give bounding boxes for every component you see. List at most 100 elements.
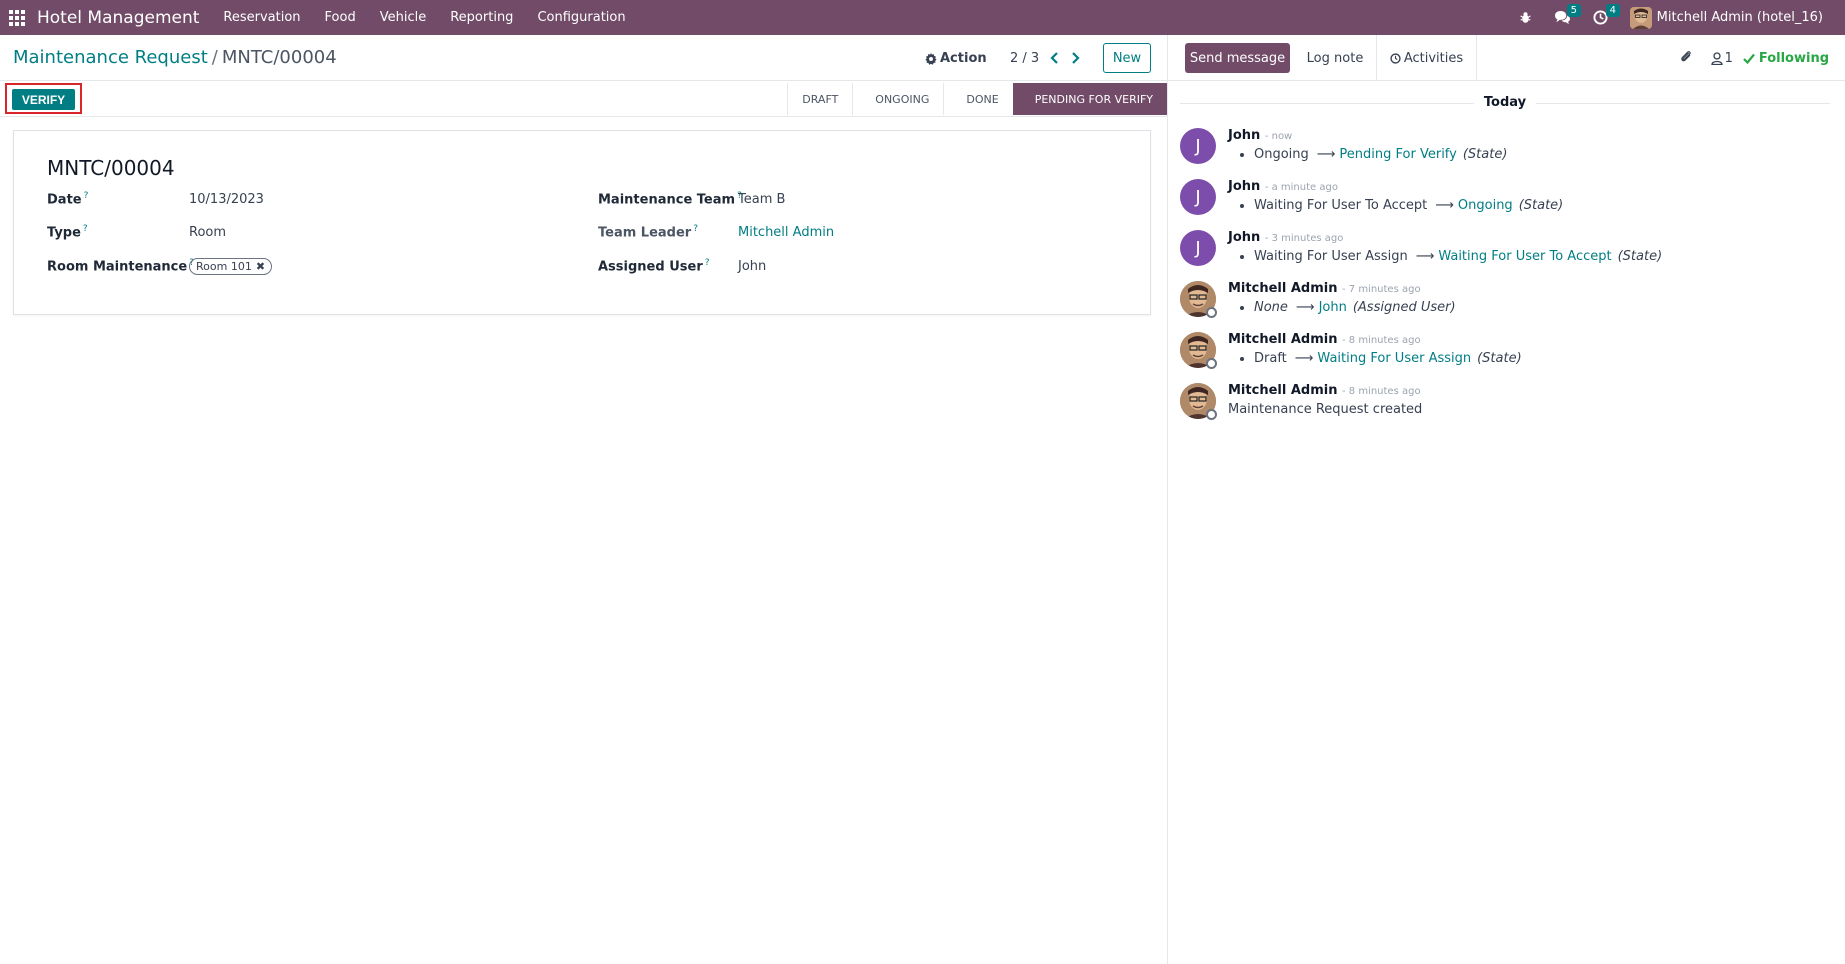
menu-item-reservation[interactable]: Reservation — [211, 0, 312, 35]
avatar[interactable]: J — [1180, 179, 1216, 215]
message-author[interactable]: John — [1228, 128, 1260, 143]
menu-item-configuration[interactable]: Configuration — [525, 0, 637, 35]
action-menu-button[interactable]: Action — [925, 51, 987, 66]
top-navbar: Hotel Management Reservation Food Vehicl… — [0, 0, 1845, 35]
arrow-right-icon: ⟶ — [1316, 147, 1336, 162]
chatter-topbar: Send message Log note Activities 1 Follo… — [1168, 35, 1845, 81]
breadcrumb-separator: / — [211, 47, 218, 68]
chevron-left-icon — [1049, 52, 1058, 64]
message-author[interactable]: John — [1228, 179, 1260, 194]
old-value: Ongoing — [1254, 147, 1309, 162]
team-leader-label: Team Leader? — [598, 224, 698, 241]
im-status-icon — [1206, 409, 1217, 420]
arrow-right-icon: ⟶ — [1435, 198, 1454, 213]
message-time: - now — [1264, 131, 1293, 142]
room-maintenance-label: Room Maintenance? — [47, 258, 194, 275]
form-sheet: MNTC/00004 Date? 10/13/2023 Type? Room R… — [13, 130, 1151, 315]
chat-icon[interactable]: 5 — [1554, 4, 1582, 25]
paperclip-icon[interactable] — [1679, 49, 1693, 68]
message-author[interactable]: Mitchell Admin — [1228, 383, 1337, 398]
gear-icon — [925, 52, 937, 65]
stage-draft[interactable]: DRAFT — [787, 83, 852, 115]
assigned-user-field[interactable]: John — [738, 259, 766, 274]
stage-pending-for-verify[interactable]: PENDING FOR VERIFY — [1012, 83, 1167, 115]
followers-button[interactable]: 1 — [1710, 51, 1733, 66]
activities-badge: 4 — [1605, 4, 1621, 17]
user-name: Mitchell Admin (hotel_16) — [1656, 10, 1823, 25]
clock-icon — [1390, 52, 1401, 64]
app-brand[interactable]: Hotel Management — [37, 8, 199, 28]
clock-icon[interactable]: 4 — [1593, 4, 1621, 25]
im-status-icon — [1206, 358, 1217, 369]
remove-tag-icon[interactable]: ✖ — [256, 260, 265, 273]
tracked-field: (State) — [1518, 198, 1564, 213]
pager-next-button[interactable] — [1068, 49, 1082, 67]
menu-item-food[interactable]: Food — [313, 0, 368, 35]
avatar[interactable]: J — [1180, 128, 1216, 164]
check-icon — [1743, 53, 1755, 64]
message-author[interactable]: Mitchell Admin — [1228, 332, 1337, 347]
menu-item-vehicle[interactable]: Vehicle — [368, 0, 439, 35]
stage-ongoing[interactable]: ONGOING — [852, 83, 943, 115]
message-author[interactable]: Mitchell Admin — [1228, 281, 1337, 296]
breadcrumb-parent-link[interactable]: Maintenance Request — [13, 47, 208, 68]
activities-button[interactable]: Activities — [1377, 35, 1477, 81]
maintenance-team-field[interactable]: Team B — [738, 192, 785, 207]
pager-value[interactable]: 2 / 3 — [1010, 51, 1039, 66]
send-message-button[interactable]: Send message — [1185, 43, 1290, 73]
tracking-value: Waiting For User Assign ⟶ Waiting For Us… — [1240, 249, 1662, 264]
tracked-field: (State) — [1462, 147, 1508, 162]
avatar[interactable]: J — [1180, 230, 1216, 266]
verify-highlight: VERIFY — [5, 83, 82, 114]
help-icon[interactable]: ? — [705, 258, 710, 268]
assigned-user-label: Assigned User? — [598, 258, 710, 275]
user-menu[interactable]: Mitchell Admin (hotel_16) — [1629, 6, 1823, 29]
messages-badge: 5 — [1566, 4, 1582, 17]
chatter-panel: Send message Log note Activities 1 Follo… — [1167, 35, 1845, 964]
action-label: Action — [940, 51, 987, 66]
new-value: Ongoing — [1457, 198, 1513, 213]
following-button[interactable]: Following — [1743, 51, 1829, 66]
chatter-message: Mitchell Admin - 8 minutes ago Maintenan… — [1180, 383, 1830, 427]
message-text: Maintenance Request created — [1228, 402, 1423, 417]
navbar-systray: 5 4 Mitchell Admin (hotel_16) — [1497, 0, 1845, 35]
type-field[interactable]: Room — [189, 225, 226, 240]
new-record-button[interactable]: New — [1103, 43, 1151, 73]
help-icon[interactable]: ? — [83, 224, 88, 234]
new-value: Pending For Verify — [1339, 147, 1457, 162]
breadcrumb: Maintenance Request / MNTC/00004 — [13, 47, 337, 68]
log-note-button[interactable]: Log note — [1294, 35, 1377, 81]
stage-done[interactable]: DONE — [943, 83, 1012, 115]
im-status-icon — [1206, 307, 1217, 318]
menu-item-reporting[interactable]: Reporting — [438, 0, 525, 35]
room-tag[interactable]: Room 101 ✖ — [189, 258, 273, 275]
help-icon[interactable]: ? — [84, 191, 89, 201]
chatter-tools: 1 Following — [1679, 49, 1829, 68]
arrow-right-icon: ⟶ — [1294, 351, 1314, 366]
chevron-right-icon — [1071, 52, 1080, 64]
verify-button[interactable]: VERIFY — [12, 89, 75, 110]
chatter-message: Mitchell Admin - 8 minutes ago Draft ⟶ W… — [1180, 332, 1830, 376]
chatter-message: Mitchell Admin - 7 minutes ago None ⟶ Jo… — [1180, 281, 1830, 325]
message-author[interactable]: John — [1228, 230, 1260, 245]
new-value: John — [1318, 300, 1347, 315]
old-value: Waiting For User Assign — [1254, 249, 1408, 264]
bug-icon[interactable] — [1519, 11, 1532, 24]
team-leader-link[interactable]: Mitchell Admin — [738, 225, 834, 240]
tracking-value: Waiting For User To Accept ⟶ Ongoing (St… — [1240, 198, 1563, 213]
help-icon[interactable]: ? — [693, 224, 698, 234]
tracking-value: Draft ⟶ Waiting For User Assign (State) — [1240, 351, 1522, 366]
chatter-message: J John - now Ongoing ⟶ Pending For Verif… — [1180, 128, 1830, 172]
message-time: - 3 minutes ago — [1264, 233, 1344, 244]
date-separator-label: Today — [1473, 95, 1537, 110]
chatter-message: J John - 3 minutes ago Waiting For User … — [1180, 230, 1830, 274]
tracking-value: Ongoing ⟶ Pending For Verify (State) — [1240, 147, 1507, 162]
record-title: MNTC/00004 — [47, 156, 175, 180]
arrow-right-icon: ⟶ — [1295, 300, 1315, 315]
old-value: Waiting For User To Accept — [1254, 198, 1428, 213]
apps-grid-icon[interactable] — [9, 9, 25, 26]
old-value: None — [1254, 300, 1288, 315]
date-field[interactable]: 10/13/2023 — [189, 192, 264, 207]
pager-previous-button[interactable] — [1047, 49, 1061, 67]
tracked-field: (Assigned User) — [1352, 300, 1456, 315]
